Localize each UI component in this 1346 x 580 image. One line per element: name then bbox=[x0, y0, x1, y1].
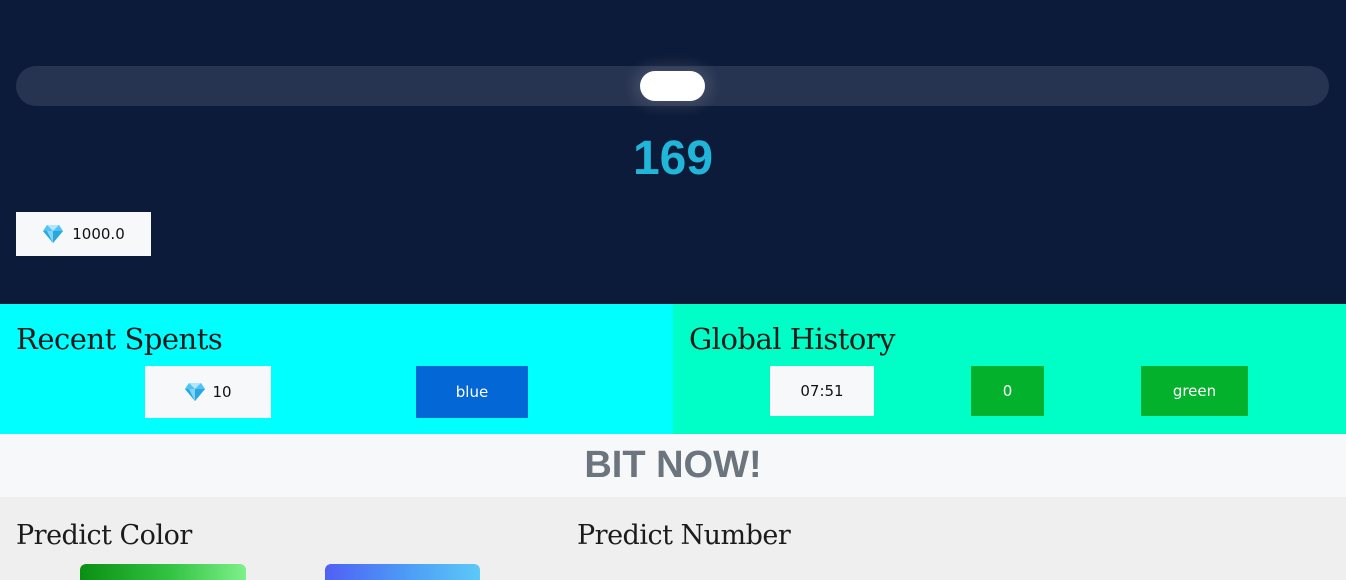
recent-spents-title: Recent Spents bbox=[16, 322, 223, 356]
predict-green-button[interactable] bbox=[80, 564, 246, 580]
balance-badge: 1000.0 bbox=[16, 212, 151, 256]
gem-icon bbox=[185, 383, 206, 401]
recent-spent-amount: 10 bbox=[145, 366, 271, 418]
counter-value: 169 bbox=[632, 132, 714, 185]
history-time: 07:51 bbox=[770, 366, 874, 416]
history-color: green bbox=[1141, 366, 1248, 416]
global-history-panel: Global History 07:51 0 green bbox=[673, 304, 1346, 434]
header-section: 169 1000.0 bbox=[0, 0, 1346, 304]
bet-slider-thumb[interactable] bbox=[640, 71, 705, 101]
gem-icon bbox=[43, 225, 64, 243]
recent-spent-value: 10 bbox=[212, 383, 232, 401]
recent-spent-color: blue bbox=[416, 366, 528, 418]
history-number: 0 bbox=[971, 366, 1044, 416]
predict-blue-button[interactable] bbox=[325, 564, 480, 580]
balance-amount: 1000.0 bbox=[72, 225, 125, 243]
bit-now-banner: BIT NOW! bbox=[0, 434, 1346, 497]
predict-number-title: Predict Number bbox=[577, 520, 791, 551]
predict-color-title: Predict Color bbox=[16, 520, 192, 551]
recent-spents-panel: Recent Spents 10 blue bbox=[0, 304, 673, 434]
global-history-title: Global History bbox=[689, 322, 896, 356]
